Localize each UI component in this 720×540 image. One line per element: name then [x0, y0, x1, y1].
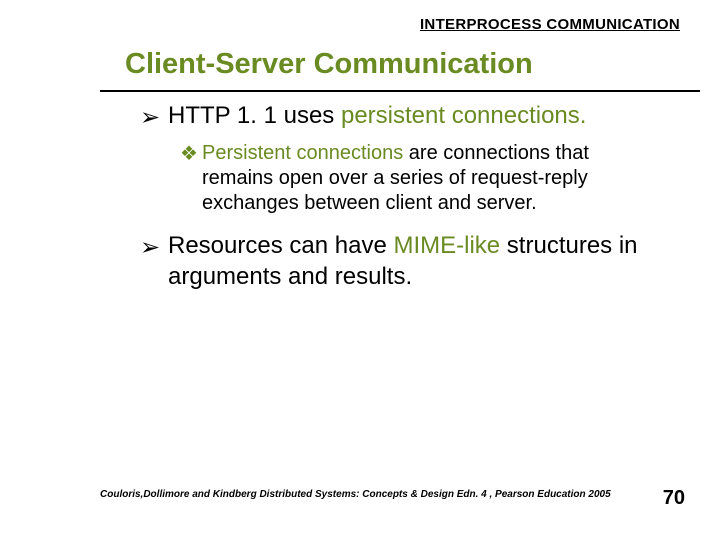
bullet-2-pre: Resources can have [168, 232, 393, 259]
sub-bullet-1-highlight: Persistent connections [202, 142, 403, 164]
sub-bullet-1: ❖ Persistent connections are connections… [180, 141, 652, 216]
slide: INTERPROCESS COMMUNICATION Client-Server… [0, 0, 720, 540]
header-label: INTERPROCESS COMMUNICATION [420, 16, 680, 33]
bullet-2-highlight: MIME-like [393, 232, 500, 259]
bullet-1: ➢ HTTP 1. 1 uses persistent connections. [140, 100, 680, 131]
footer-citation: Couloris,Dollimore and Kindberg Distribu… [100, 489, 640, 500]
diamond-icon: ❖ [180, 142, 198, 167]
content-area: ➢ HTTP 1. 1 uses persistent connections.… [140, 100, 680, 303]
slide-title: Client-Server Communication [125, 48, 533, 81]
bullet-1-pre: HTTP 1. 1 uses [168, 102, 341, 129]
bullet-2: ➢ Resources can have MIME-like structure… [140, 230, 680, 292]
arrow-icon: ➢ [140, 232, 160, 263]
bullet-1-highlight: persistent connections. [341, 102, 586, 129]
arrow-icon: ➢ [140, 102, 160, 133]
title-rule [100, 90, 700, 92]
page-number: 70 [663, 487, 685, 510]
